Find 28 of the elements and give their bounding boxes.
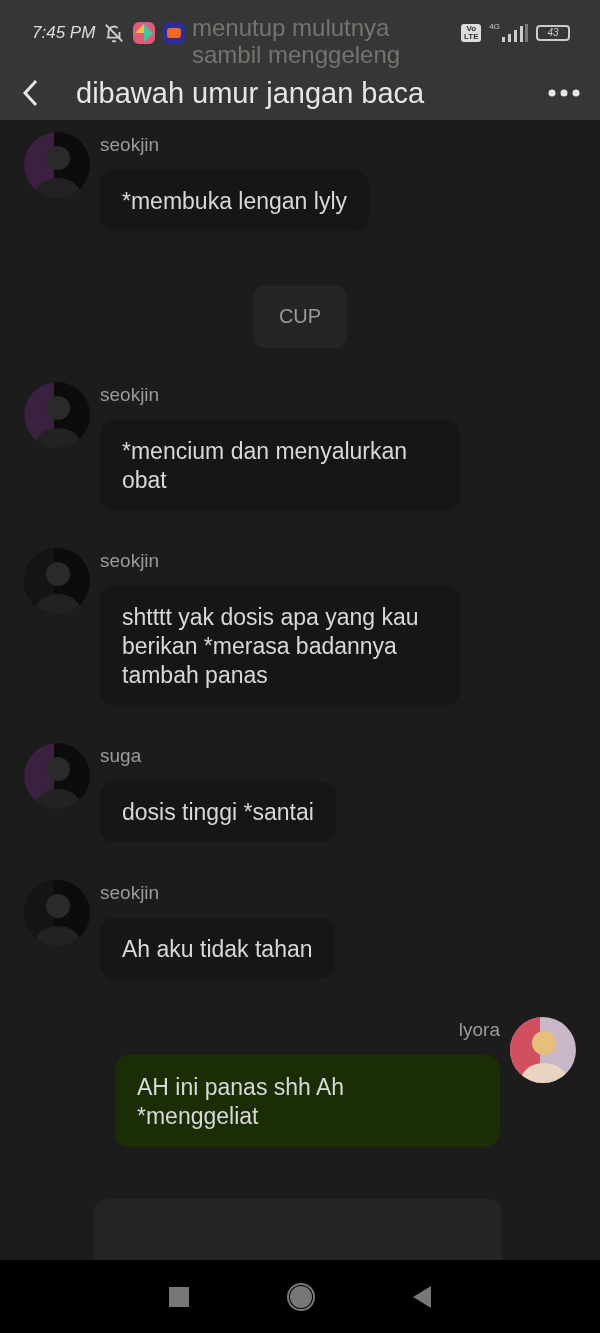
status-time: 7:45 PM <box>32 23 96 43</box>
signal-icon <box>502 24 528 42</box>
sender-name: seokjin <box>100 134 160 156</box>
sender-name: seokjin <box>100 384 160 406</box>
app-icon <box>133 22 156 44</box>
back-icon[interactable] <box>22 79 38 107</box>
network-type: 4G <box>489 22 500 31</box>
system-message: CUP <box>252 285 348 348</box>
more-icon[interactable] <box>548 89 580 97</box>
message-bubble: *membuka lengan lyly <box>100 170 369 231</box>
message-bubble: dosis tinggi *santai <box>100 781 336 842</box>
sender-name: lyora <box>458 1019 500 1041</box>
volte-badge: Vo LTE <box>461 24 482 42</box>
home-icon[interactable] <box>287 1282 315 1311</box>
bell-off-icon <box>103 22 126 44</box>
back-nav-icon[interactable] <box>413 1285 431 1308</box>
recents-icon[interactable] <box>169 1286 189 1307</box>
battery-icon: 43 <box>536 25 570 41</box>
message-bubble: shtttt yak dosis apa yang kau berikan *merasa badannya tambah panas <box>100 586 460 705</box>
chat-title: dibawah umur jangan baca <box>76 76 426 110</box>
sender-name: seokjin <box>100 550 160 572</box>
app-icon <box>163 22 186 44</box>
message-text: menutup mulutnya sambil menggeleng <box>192 14 402 68</box>
message-bubble: Ah aku tidak tahan <box>100 918 335 979</box>
message-bubble: AH ini panas shh Ah *menggeliat <box>115 1055 500 1147</box>
sender-name: seokjin <box>100 882 160 904</box>
sender-name: suga <box>100 745 142 767</box>
message-bubble: *mencium dan menyalurkan obat <box>100 420 460 510</box>
